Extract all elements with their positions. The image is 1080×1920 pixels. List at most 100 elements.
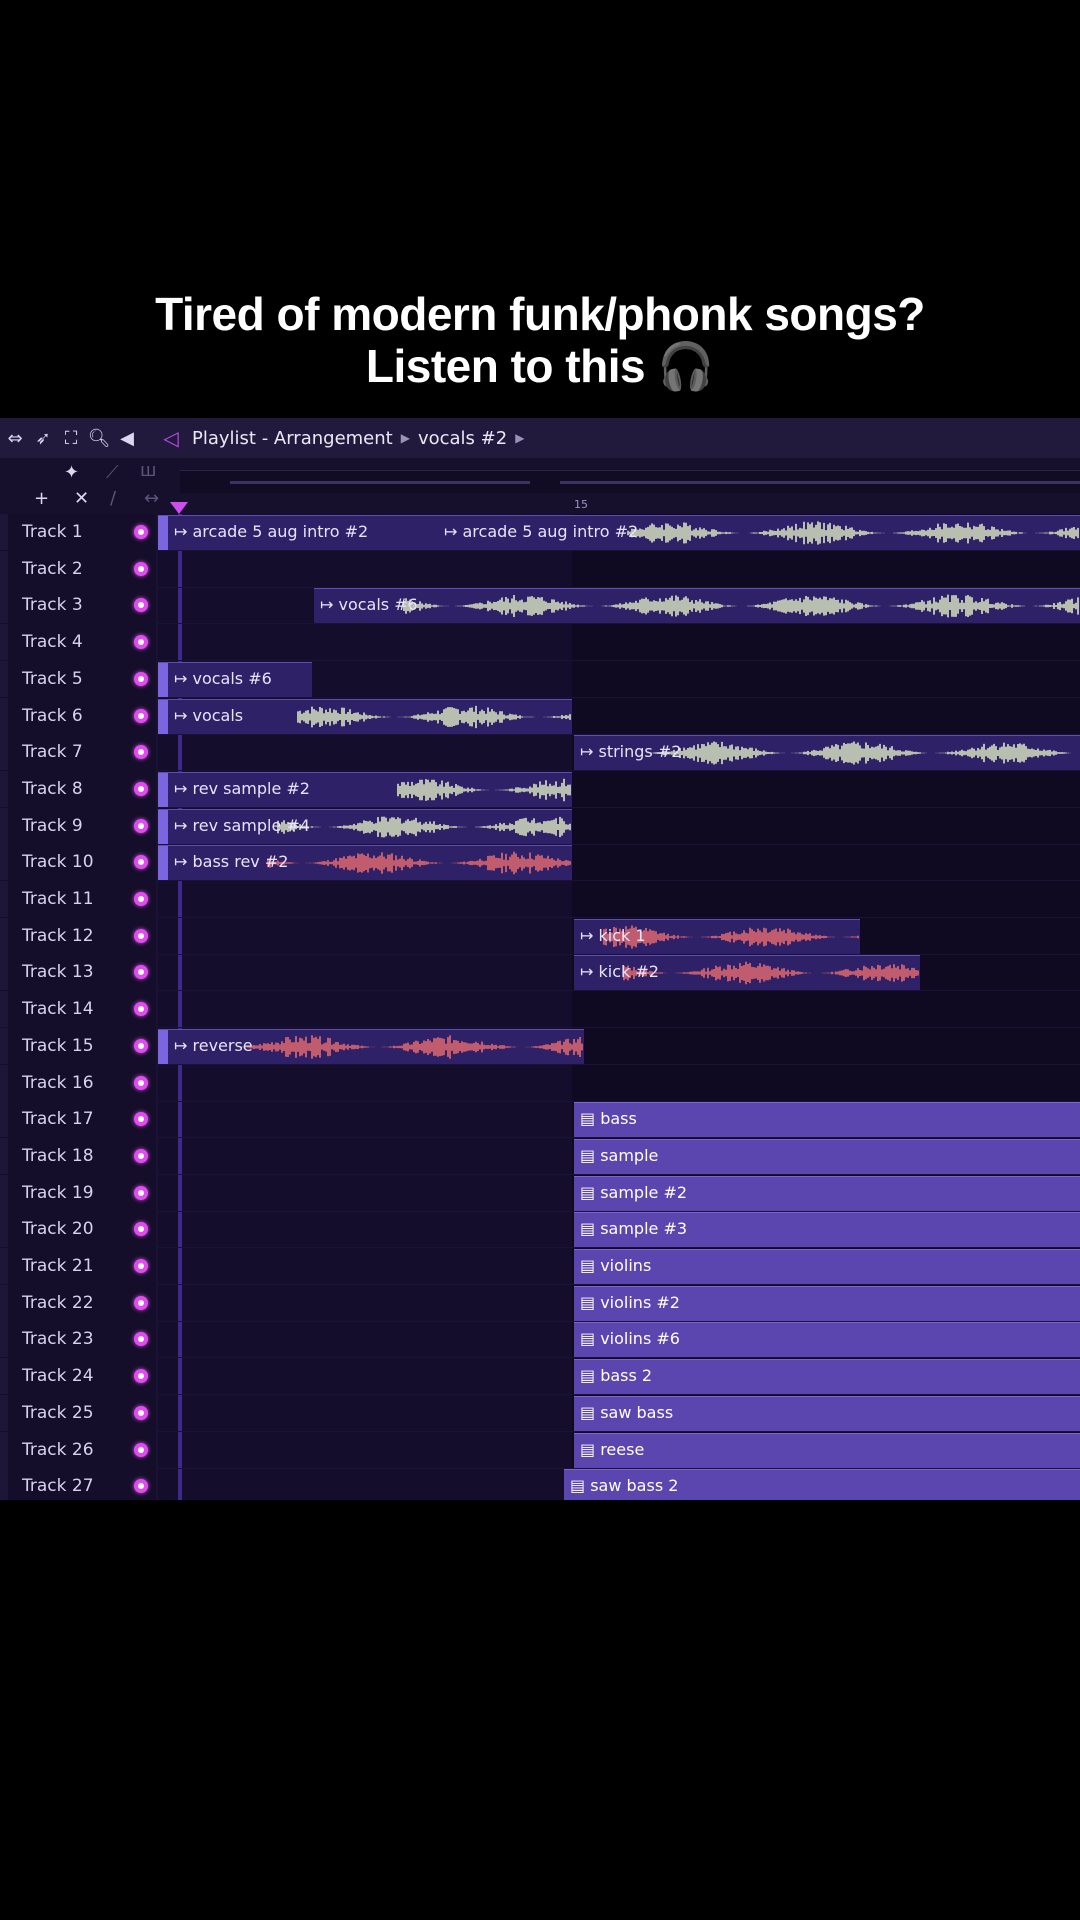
track-header[interactable]: Track 5 bbox=[0, 660, 156, 697]
track-grip[interactable] bbox=[0, 1101, 8, 1138]
pattern-clip[interactable]: ▤ violins bbox=[574, 1249, 1080, 1284]
track-header[interactable]: Track 23 bbox=[0, 1321, 156, 1358]
track-header[interactable]: Track 18 bbox=[0, 1137, 156, 1174]
overview-scrollbar[interactable] bbox=[180, 470, 1080, 493]
arrangement-area[interactable]: ↦ arcade 5 aug intro #2 ↦ arcade 5 aug in… bbox=[158, 514, 1080, 1500]
track-header[interactable]: Track 6 bbox=[0, 697, 156, 734]
audio-clip[interactable]: ↦ reverse bbox=[158, 1028, 584, 1064]
pattern-clip[interactable]: ▤ bass bbox=[574, 1102, 1080, 1138]
track-grip[interactable] bbox=[0, 1468, 8, 1500]
mute-button[interactable] bbox=[134, 1222, 148, 1237]
mute-button[interactable] bbox=[134, 1038, 148, 1053]
playhead-marker[interactable] bbox=[170, 502, 188, 514]
clip-edge[interactable] bbox=[158, 662, 168, 697]
track-header[interactable]: Track 19 bbox=[0, 1174, 156, 1211]
zoom-icon[interactable]: 🔍︎ bbox=[86, 425, 112, 451]
mute-button[interactable] bbox=[134, 1295, 148, 1310]
pattern-clip[interactable]: ▤ reese bbox=[574, 1432, 1080, 1468]
mute-button[interactable] bbox=[134, 855, 148, 870]
mute-button[interactable] bbox=[134, 1112, 148, 1127]
pointer-icon[interactable]: ➶ bbox=[30, 425, 56, 451]
track-header[interactable]: Track 14 bbox=[0, 991, 156, 1028]
pattern-clip[interactable]: ▤ sample bbox=[574, 1138, 1080, 1174]
mute-button[interactable] bbox=[134, 928, 148, 943]
fullscreen-icon[interactable]: ⛶ bbox=[58, 425, 84, 451]
track-grip[interactable] bbox=[0, 697, 8, 734]
audio-clip[interactable]: ↦ arcade 5 aug intro #2 bbox=[158, 515, 438, 550]
audio-clip[interactable]: ↦ rev sample #2 bbox=[158, 771, 572, 807]
mute-button[interactable] bbox=[134, 1369, 148, 1384]
track-header[interactable]: Track 26 bbox=[0, 1431, 156, 1468]
track-header[interactable]: Track 4 bbox=[0, 624, 156, 661]
timeline-ruler[interactable]: 15 bbox=[160, 496, 1080, 514]
track-grip[interactable] bbox=[0, 587, 8, 624]
track-grip[interactable] bbox=[0, 917, 8, 954]
add-track-icon[interactable]: + bbox=[34, 488, 49, 509]
track-grip[interactable] bbox=[0, 1027, 8, 1064]
track-grip[interactable] bbox=[0, 881, 8, 917]
arrows-icon[interactable]: ⇔ bbox=[2, 425, 28, 451]
slide-icon[interactable]: ⟋ bbox=[106, 462, 119, 483]
paint-icon[interactable]: ∕ bbox=[110, 488, 116, 509]
audio-clip[interactable]: ↦ arcade 5 aug intro #2 bbox=[438, 515, 1080, 550]
track-grip[interactable] bbox=[0, 1394, 8, 1431]
delete-icon[interactable]: ✕ bbox=[74, 488, 89, 509]
mute-button[interactable] bbox=[134, 1479, 148, 1494]
track-header[interactable]: Track 12 bbox=[0, 917, 156, 954]
pattern-clip[interactable]: ▤ sample #3 bbox=[574, 1212, 1080, 1248]
track-header[interactable]: Track 8 bbox=[0, 770, 156, 807]
mute-button[interactable] bbox=[134, 1332, 148, 1347]
track-grip[interactable] bbox=[0, 660, 8, 697]
speaker-icon[interactable]: ◀︎ bbox=[114, 425, 140, 451]
track-grip[interactable] bbox=[0, 1174, 8, 1211]
audio-clip[interactable]: ↦ kick 1 bbox=[574, 918, 860, 954]
mute-button[interactable] bbox=[134, 561, 148, 576]
track-header[interactable]: Track 3 bbox=[0, 587, 156, 624]
mute-button[interactable] bbox=[134, 525, 148, 539]
track-grip[interactable] bbox=[0, 734, 8, 771]
track-header[interactable]: Track 10 bbox=[0, 844, 156, 881]
pattern-clip[interactable]: ▤ saw bass bbox=[574, 1395, 1080, 1431]
audio-clip[interactable]: ↦ vocals #6 bbox=[158, 661, 312, 697]
mute-button[interactable] bbox=[134, 745, 148, 760]
audio-clip[interactable]: ↦ bass rev #2 bbox=[158, 845, 572, 881]
mute-button[interactable] bbox=[134, 635, 148, 650]
mute-button[interactable] bbox=[134, 1148, 148, 1163]
mute-button[interactable] bbox=[134, 1002, 148, 1017]
track-grip[interactable] bbox=[0, 1064, 8, 1101]
track-grip[interactable] bbox=[0, 1358, 8, 1395]
track-header[interactable]: Track 17 bbox=[0, 1101, 156, 1138]
pattern-clip[interactable]: ▤ sample #2 bbox=[574, 1175, 1080, 1211]
track-header[interactable]: Track 11 bbox=[0, 881, 156, 917]
track-grip[interactable] bbox=[0, 1284, 8, 1321]
track-header[interactable]: Track 13 bbox=[0, 954, 156, 991]
track-grip[interactable] bbox=[0, 1431, 8, 1468]
track-header[interactable]: Track 25 bbox=[0, 1394, 156, 1431]
mute-button[interactable] bbox=[134, 781, 148, 796]
track-header[interactable]: Track 27 bbox=[0, 1468, 156, 1500]
track-grip[interactable] bbox=[0, 844, 8, 881]
audio-clip[interactable]: ↦ rev sample #4 bbox=[158, 808, 572, 844]
track-header[interactable]: Track 16 bbox=[0, 1064, 156, 1101]
audio-clip[interactable]: ↦ vocals #6 bbox=[314, 588, 1080, 624]
track-header[interactable]: Track 21 bbox=[0, 1248, 156, 1284]
track-grip[interactable] bbox=[0, 1137, 8, 1174]
track-grip[interactable] bbox=[0, 807, 8, 844]
mute-button[interactable] bbox=[134, 671, 148, 686]
track-header[interactable]: Track 24 bbox=[0, 1358, 156, 1395]
track-grip[interactable] bbox=[0, 991, 8, 1028]
clip-edge[interactable] bbox=[158, 516, 168, 550]
snap-icon[interactable]: ✦ bbox=[64, 462, 79, 483]
track-header[interactable]: Track 15 bbox=[0, 1027, 156, 1064]
mute-button[interactable] bbox=[134, 1405, 148, 1420]
audio-clip[interactable]: ↦ strings #2 bbox=[574, 735, 1080, 771]
track-grip[interactable] bbox=[0, 1248, 8, 1284]
track-header[interactable]: Track 9 bbox=[0, 807, 156, 844]
breadcrumb-pattern[interactable]: vocals #2 bbox=[418, 428, 507, 449]
mute-button[interactable] bbox=[134, 1259, 148, 1273]
pattern-clip[interactable]: ▤ bass 2 bbox=[574, 1359, 1080, 1395]
mute-button[interactable] bbox=[134, 1185, 148, 1200]
mute-button[interactable] bbox=[134, 818, 148, 833]
track-header[interactable]: Track 1 bbox=[0, 514, 156, 550]
audio-clip[interactable]: ↦ kick #2 bbox=[574, 955, 920, 991]
